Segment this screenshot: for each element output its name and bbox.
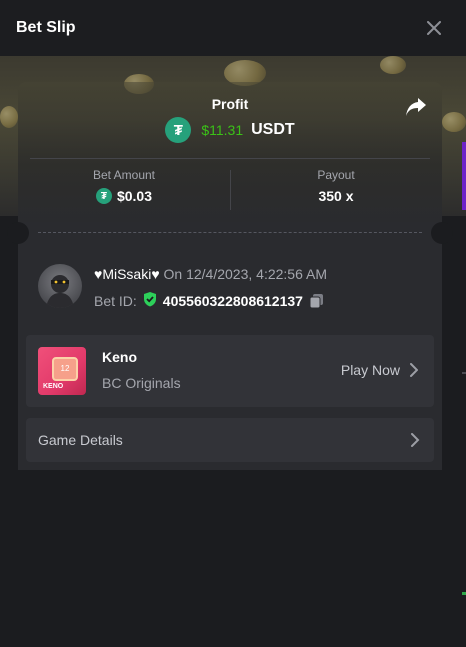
ticket-perforation: [7, 222, 453, 244]
background-edge: [462, 142, 466, 210]
page-title: Bet Slip: [16, 19, 76, 36]
keno-ball: 12: [52, 357, 78, 381]
bet-amount-value: $0.03: [116, 188, 153, 204]
game-details-label: Game Details: [38, 432, 123, 448]
background-edge: [462, 592, 466, 595]
verified-shield-icon: [143, 291, 157, 310]
profit-row: ₮ $11.31 USDT: [18, 117, 442, 143]
bet-date: On 12/4/2023, 4:22:56 AM: [163, 266, 327, 282]
divider: [30, 158, 430, 159]
notch: [7, 222, 29, 244]
bet-id-row: Bet ID: 405560322808612137: [94, 291, 325, 310]
payout-value: 350 x: [318, 188, 354, 204]
tether-icon: ₮: [95, 188, 112, 204]
keno-thumbnail: 12 KENO: [38, 347, 86, 395]
user-line: ♥MiSsaki♥ On 12/4/2023, 4:22:56 AM: [94, 266, 327, 282]
notch: [431, 222, 453, 244]
play-now-button[interactable]: Play Now: [341, 362, 418, 378]
chevron-right-icon: [411, 433, 420, 447]
chevron-right-icon: [410, 363, 418, 377]
bet-slip-header: Bet Slip: [0, 0, 466, 56]
username[interactable]: ♥MiSsaki♥: [94, 266, 160, 282]
profit-label: Profit: [211, 96, 249, 112]
copy-icon[interactable]: [309, 293, 325, 309]
profit-currency: USDT: [251, 121, 295, 138]
profit-card: Profit ₮ $11.31 USDT Bet Amount ₮ $0.03 …: [18, 82, 442, 232]
bet-id-label: Bet ID:: [94, 292, 137, 309]
bet-amount-block: Bet Amount ₮ $0.03: [18, 168, 230, 204]
profit-amount: $11.31: [201, 122, 244, 138]
close-icon[interactable]: [422, 16, 446, 40]
bet-id-value: 405560322808612137: [162, 292, 303, 309]
bet-amount-label: Bet Amount: [92, 168, 156, 182]
game-provider: BC Originals: [102, 375, 181, 391]
tether-icon: ₮: [165, 117, 192, 143]
bet-amount-value-row: ₮ $0.03: [18, 188, 230, 204]
game-card[interactable]: 12 KENO Keno BC Originals Play Now: [26, 335, 434, 407]
coin-decoration: [380, 56, 406, 74]
play-now-label: Play Now: [340, 362, 400, 378]
coin-decoration: [0, 106, 18, 128]
avatar[interactable]: [38, 264, 82, 308]
dashed-divider: [38, 232, 422, 233]
game-name: Keno: [102, 349, 137, 365]
game-details-button[interactable]: Game Details: [26, 418, 434, 462]
keno-number: 12: [60, 364, 70, 373]
keno-logo-text: KENO: [43, 383, 64, 390]
background-edge: [462, 372, 466, 374]
payout-label: Payout: [317, 168, 355, 182]
share-icon[interactable]: [404, 96, 428, 118]
coin-decoration: [442, 112, 466, 132]
payout-block: Payout 350 x: [230, 168, 442, 204]
bet-details-card: ♥MiSsaki♥ On 12/4/2023, 4:22:56 AM Bet I…: [18, 244, 442, 470]
